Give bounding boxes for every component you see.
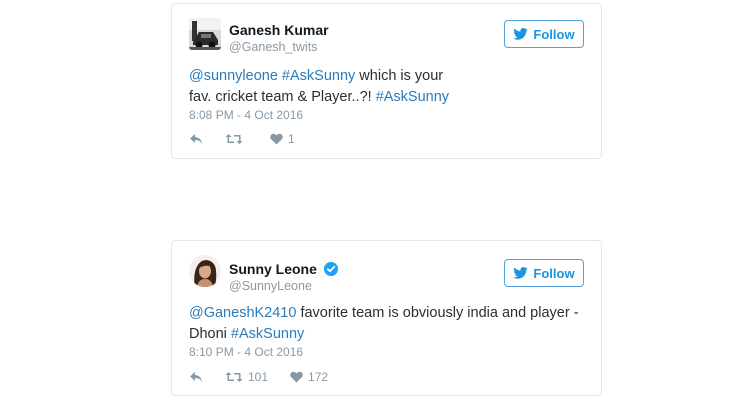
- follow-label: Follow: [533, 265, 575, 281]
- follow-label: Follow: [533, 26, 575, 42]
- hashtag-link[interactable]: #AskSunny: [231, 326, 304, 342]
- like-button[interactable]: 172: [290, 370, 328, 384]
- page: Ganesh Kumar @Ganesh_twits Follow @sunny…: [0, 0, 740, 406]
- tweet-card: Sunny Leone @SunnyLeone Follow @GaneshK2…: [171, 240, 602, 396]
- hashtag-link[interactable]: #AskSunny: [282, 68, 355, 84]
- reply-icon: [190, 134, 202, 144]
- reply-icon: [190, 372, 202, 382]
- reply-button[interactable]: [189, 133, 203, 145]
- text-line-2: Dhoni: [189, 326, 231, 342]
- follow-button[interactable]: Follow: [504, 20, 584, 48]
- author-name-text: Sunny Leone: [229, 261, 317, 277]
- reply-button[interactable]: [189, 371, 203, 383]
- follow-button[interactable]: Follow: [504, 259, 584, 287]
- car-photo-avatar-icon: [189, 18, 221, 50]
- retweet-button[interactable]: [225, 133, 248, 145]
- text-line-1: favorite team is obviously india and pla…: [296, 305, 579, 321]
- avatar[interactable]: [189, 255, 221, 287]
- timestamp[interactable]: 8:08 PM - 4 Oct 2016: [189, 108, 303, 122]
- retweet-icon: [225, 134, 243, 144]
- like-button[interactable]: 1: [270, 132, 295, 146]
- tweet-actions: 101 172: [189, 370, 350, 384]
- tweet-text: @sunnyleone #AskSunny which is your fav. …: [189, 66, 589, 108]
- author-name[interactable]: Sunny Leone: [229, 261, 338, 277]
- mention-link[interactable]: @GaneshK2410: [189, 305, 296, 321]
- author-handle[interactable]: @Ganesh_twits: [229, 40, 317, 54]
- heart-icon: [290, 371, 303, 383]
- timestamp[interactable]: 8:10 PM - 4 Oct 2016: [189, 345, 303, 359]
- twitter-bird-icon: [513, 28, 529, 40]
- retweet-icon: [225, 372, 243, 382]
- like-count: 172: [308, 370, 329, 384]
- text-line-1: which is your: [355, 68, 444, 84]
- heart-icon: [270, 133, 283, 145]
- hashtag-link[interactable]: #AskSunny: [376, 89, 449, 105]
- tweet-card: Ganesh Kumar @Ganesh_twits Follow @sunny…: [171, 3, 602, 159]
- retweet-count: 101: [248, 370, 269, 384]
- like-count: 1: [288, 132, 295, 146]
- twitter-bird-icon: [513, 267, 529, 279]
- tweet-text: @GaneshK2410 favorite team is obviously …: [189, 303, 589, 345]
- verified-badge-icon: [323, 262, 338, 276]
- avatar[interactable]: [189, 18, 221, 50]
- text-line-2: fav. cricket team & Player..?!: [189, 89, 376, 105]
- retweet-button[interactable]: 101: [225, 370, 268, 384]
- author-name[interactable]: Ganesh Kumar: [229, 22, 329, 38]
- tweet-actions: 1: [189, 132, 317, 146]
- mention-link[interactable]: @sunnyleone: [189, 68, 278, 84]
- portrait-photo-avatar-icon: [189, 255, 221, 287]
- author-handle[interactable]: @SunnyLeone: [229, 279, 312, 293]
